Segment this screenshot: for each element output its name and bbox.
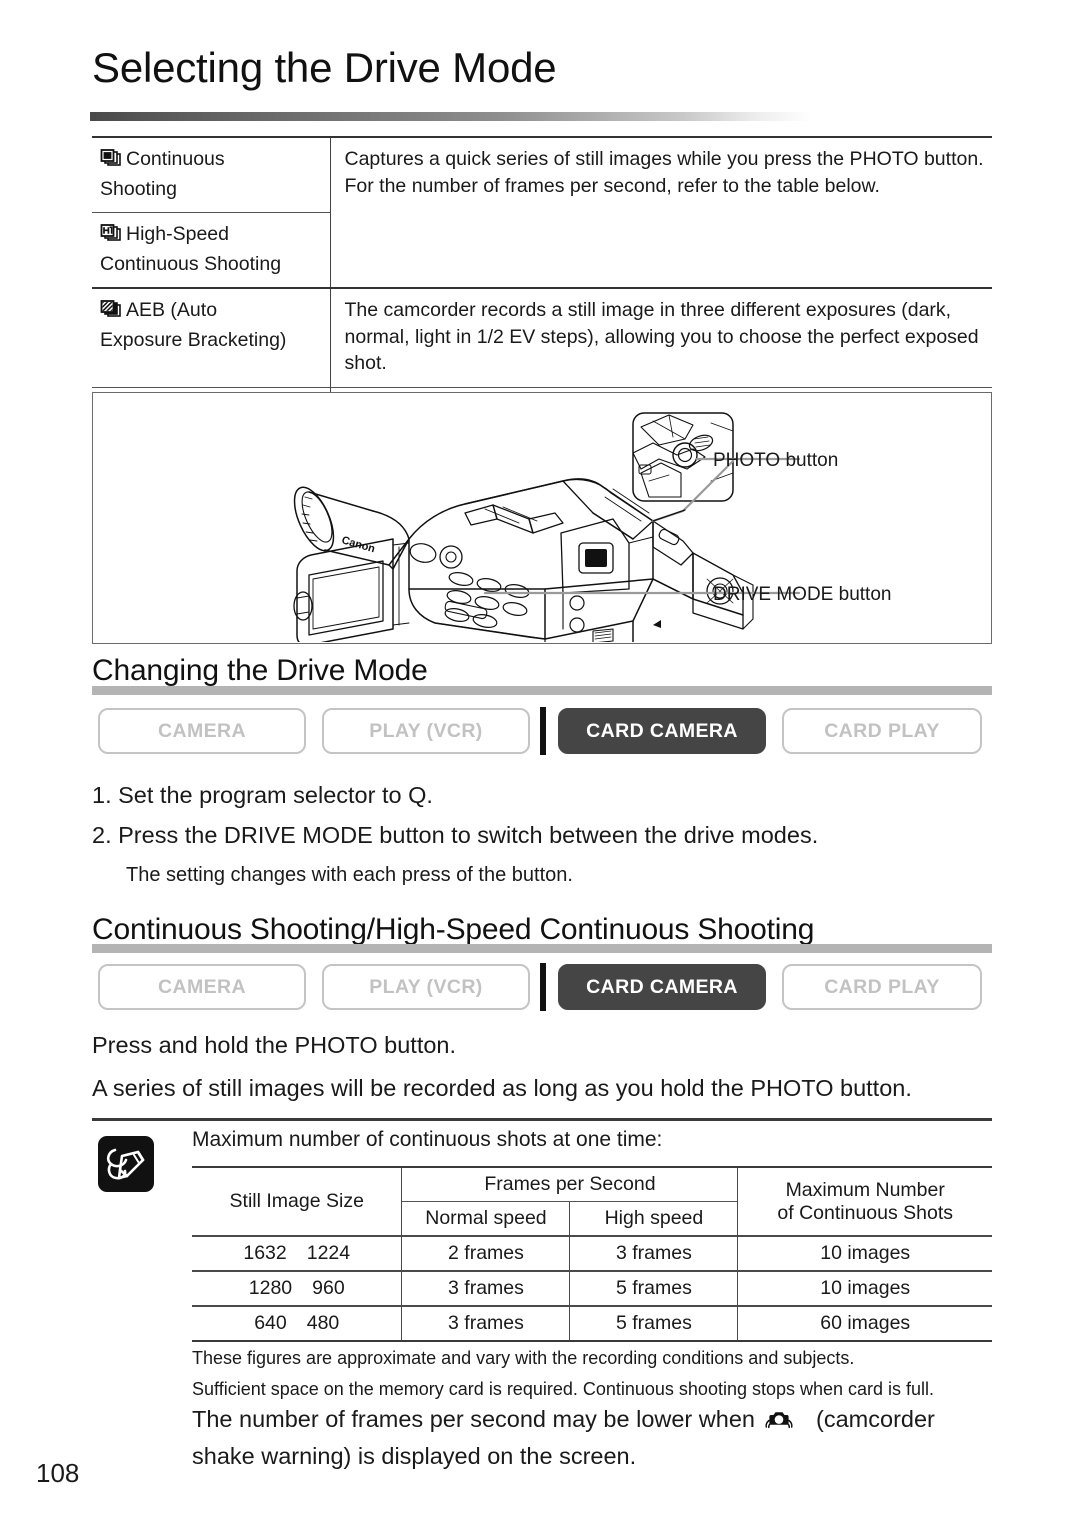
camera-shake-warning-icon [764, 1407, 794, 1437]
table-header-row-1: Still Image Size Frames per Second Maxim… [192, 1166, 992, 1236]
cell-max-2: 10 images [737, 1270, 992, 1306]
table-row: 640 480 3 frames 5 frames 60 images [192, 1305, 992, 1342]
size-width-2: 1280 [248, 1277, 293, 1299]
note-separator-rule [92, 1118, 992, 1121]
footnote-3-pre: The number of frames per second may be l… [192, 1406, 755, 1432]
drive-mode-aeb-cell: AEB (Auto Exposure Bracketing) [92, 287, 330, 388]
cell-size-1: 1632 1224 [192, 1235, 402, 1271]
header-frames-per-second: Frames per Second [401, 1166, 738, 1202]
aeb-frames-icon [100, 300, 122, 327]
mode-pill-play-vcr-2[interactable]: PLAY (VCR) [322, 964, 530, 1010]
continuous-label2: Shooting [100, 177, 177, 200]
step-1: 1. Set the program selector to Q. [92, 782, 433, 808]
cell-max-1: 10 images [737, 1235, 992, 1271]
mode-group-separator-1 [540, 707, 546, 755]
header-max-line1: Maximum Number [785, 1178, 945, 1201]
mode-group-separator-2 [540, 963, 546, 1011]
svg-text:Canon: Canon [340, 534, 376, 555]
section2-detail: A series of still images will be recorde… [92, 1075, 912, 1101]
table-row: AEB (Auto Exposure Bracketing) The camco… [92, 287, 992, 388]
table-row: Continuous Shooting Captures a quick ser… [92, 135, 992, 289]
document-page: Selecting the Drive Mode Continuous Shoo… [0, 0, 1080, 1529]
mode-pill-row-1: CAMERA PLAY (VCR) CARD CAMERA CARD PLAY [92, 707, 992, 755]
step-2-note: The setting changes with each press of t… [126, 864, 573, 886]
cell-size-2: 1280 960 [192, 1270, 402, 1306]
continuous-label: Continuous [126, 148, 225, 170]
table-row: 1632 1224 2 frames 3 frames 10 images [192, 1235, 992, 1271]
cell-max-3: 60 images [737, 1305, 992, 1342]
mode-pill-play-vcr-1[interactable]: PLAY (VCR) [322, 708, 530, 754]
mode-pill-row-2: CAMERA PLAY (VCR) CARD CAMERA CARD PLAY [92, 963, 992, 1011]
header-max-line2: of Continuous Shots [777, 1201, 954, 1224]
drive-mode-continuous-desc: Captures a quick series of still images … [329, 135, 992, 289]
cell-normal-1: 2 frames [401, 1235, 570, 1271]
page-title: Selecting the Drive Mode [92, 44, 557, 91]
mode-pill-card-play-1[interactable]: CARD PLAY [782, 708, 982, 754]
drive-mode-continuous-cell: Continuous Shooting [92, 136, 330, 213]
mode-pill-card-play-2[interactable]: CARD PLAY [782, 964, 982, 1010]
cell-normal-3: 3 frames [401, 1305, 570, 1342]
note-pencil-icon [98, 1136, 154, 1192]
continuous-line1: Continuous [100, 146, 320, 176]
footnote-3-post: (camcorder [816, 1406, 935, 1432]
aeb-line1: AEB (Auto [100, 297, 320, 327]
step-2: 2. Press the DRIVE MODE button to switch… [92, 822, 819, 848]
callout-drive-mode-button: DRIVE MODE button [713, 584, 892, 605]
note-intro-text: Maximum number of continuous shots at on… [192, 1128, 663, 1151]
header-normal-speed: Normal speed [401, 1201, 570, 1236]
size-width-3: 640 [254, 1312, 287, 1334]
high-speed-frames-icon [100, 224, 122, 251]
continuous-frames-icon [100, 149, 122, 176]
aeb-label2: Exposure Bracketing) [100, 328, 287, 351]
highspeed-line1: High-Speed [100, 221, 320, 251]
section-heading-continuous-shooting: Continuous Shooting/High-Speed Continuou… [92, 913, 815, 946]
size-height-3: 480 [306, 1312, 340, 1334]
drive-mode-highspeed-cell: High-Speed Continuous Shooting [92, 212, 330, 289]
page-number: 108 [36, 1458, 80, 1488]
mode-pill-camera-1[interactable]: CAMERA [98, 708, 306, 754]
footnote-2: Sufficient space on the memory card is r… [192, 1379, 935, 1399]
section-heading-changing-drive-mode: Changing the Drive Mode [92, 654, 428, 687]
header-still-image-size: Still Image Size [192, 1166, 402, 1236]
aeb-label: AEB (Auto [126, 299, 218, 322]
highspeed-label: High-Speed [126, 223, 229, 246]
title-gradient-rule [90, 112, 992, 121]
footnote-3: The number of frames per second may be l… [192, 1406, 935, 1437]
mode-pill-card-camera-1[interactable]: CARD CAMERA [558, 708, 766, 754]
footnote-1: These figures are approximate and vary w… [192, 1348, 855, 1368]
header-maximum-number: Maximum Number of Continuous Shots [737, 1166, 992, 1236]
cell-size-3: 640 480 [192, 1305, 402, 1342]
mode-pill-camera-2[interactable]: CAMERA [98, 964, 306, 1010]
highspeed-label2: Continuous Shooting [100, 252, 282, 275]
size-height-1: 1224 [306, 1242, 351, 1264]
drive-mode-table: Continuous Shooting Captures a quick ser… [92, 135, 992, 435]
cell-high-1: 3 frames [569, 1235, 738, 1271]
section2-instruction: Press and hold the PHOTO button. [92, 1032, 457, 1058]
header-high-speed: High speed [569, 1201, 738, 1236]
camcorder-illustration-box: Canon PHOTO button DRIVE MODE button [92, 392, 992, 647]
mode-pill-card-camera-2[interactable]: CARD CAMERA [558, 964, 766, 1010]
table-row: 1280 960 3 frames 5 frames 10 images [192, 1270, 992, 1306]
cell-normal-2: 3 frames [401, 1270, 570, 1306]
drive-mode-aeb-desc: The camcorder records a still image in t… [329, 287, 992, 388]
cell-high-3: 5 frames [569, 1305, 738, 1342]
section1-heading-rule [92, 686, 992, 695]
size-height-2: 960 [312, 1277, 345, 1299]
size-width-1: 1632 [243, 1242, 287, 1264]
callout-photo-button: PHOTO button [713, 450, 839, 471]
continuous-shots-table: Still Image Size Frames per Second Maxim… [192, 1166, 992, 1342]
cell-high-2: 5 frames [569, 1270, 738, 1306]
footnote-4: shake warning) is displayed on the scree… [192, 1443, 637, 1469]
section2-heading-rule [92, 944, 992, 953]
